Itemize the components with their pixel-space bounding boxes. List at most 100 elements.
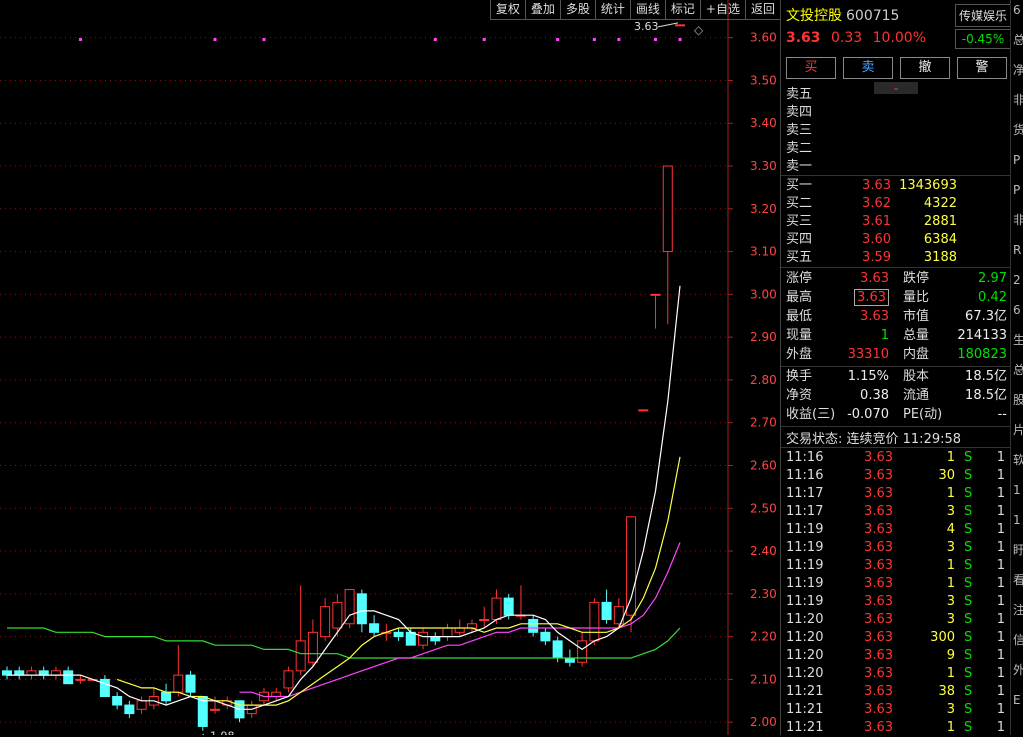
candle-body — [369, 623, 380, 633]
toolbar-button-7[interactable]: 返回 — [744, 0, 780, 20]
toolbar-button-2[interactable]: 多股 — [559, 0, 595, 20]
buy-button[interactable]: 买 — [786, 57, 836, 79]
tick-time: 11:21 — [786, 684, 824, 699]
kline-chart[interactable]: 3.60 3.50 3.40 3.30 3.20 3.10 3.00 2.90 2.80 2.70… — [0, 0, 780, 735]
tick-row: 11:20 3.63 3 S 1 — [781, 611, 1011, 629]
candle-body — [75, 678, 86, 681]
tick-price: 3.63 — [864, 720, 893, 735]
candle-body — [295, 640, 306, 672]
stat-value: 0.38 — [821, 386, 889, 405]
event-marker — [262, 38, 266, 41]
toolbar-button-0[interactable]: 复权 — [489, 0, 525, 20]
tick-volume: 1 — [946, 558, 955, 573]
tick-row: 11:19 3.63 3 S 1 — [781, 539, 1011, 557]
event-marker — [556, 38, 560, 41]
stat-value: 3.63 — [821, 288, 889, 307]
toolbar-button-3[interactable]: 统计 — [594, 0, 630, 20]
tick-row: 11:20 3.63 300 S 1 — [781, 629, 1011, 647]
candle-body — [38, 670, 49, 676]
stat-value: 3.63 — [821, 269, 889, 288]
bids-price: 3.60 — [862, 232, 891, 247]
last-price: 3.63 — [786, 30, 821, 46]
tick-volume: 1 — [946, 576, 955, 591]
stock-name: 文投控股 600715 — [786, 5, 899, 25]
y-tick-label: 3.40 — [750, 116, 777, 130]
toolbar-button-1[interactable]: 叠加 — [524, 0, 560, 20]
stat-value-text: 3.63 — [860, 309, 889, 324]
tick-side: S — [964, 540, 973, 555]
candle-body — [564, 657, 575, 663]
bid-book: 买一 3.63 1343693 买二 3.62 4322 买三 3.61 2881 买四 3.60 6… — [781, 177, 1011, 267]
tick-side: S — [964, 612, 973, 627]
tick-side: S — [964, 594, 973, 609]
event-marker — [433, 38, 437, 41]
stat-value-text: -0.070 — [847, 407, 889, 422]
strip-label: 外 — [1013, 664, 1023, 676]
stat-value: 33310 — [821, 345, 889, 364]
stat-label: 净资 — [786, 388, 813, 403]
candle-body — [356, 593, 367, 625]
strip-label: R — [1013, 243, 1022, 257]
stat-label: 股本 — [903, 369, 930, 384]
asks-row: 卖三 — [781, 122, 1011, 140]
event-marker — [678, 38, 682, 41]
tick-side: S — [964, 450, 973, 465]
toolbar-button-6[interactable]: +自选 — [699, 0, 745, 20]
tick-count: 1 — [996, 630, 1005, 645]
candle-body — [503, 597, 514, 616]
tick-side: S — [964, 576, 973, 591]
tick-time: 11:19 — [786, 540, 824, 555]
side-strip: 6总净非货PP非R26生总股片软11盱看注信外E — [1010, 0, 1023, 735]
tick-price: 3.63 — [864, 558, 893, 573]
sector-button[interactable]: 传媒娱乐 — [955, 4, 1011, 27]
ma10-line — [116, 456, 681, 706]
stats1-row: 涨停 3.63 跌停 2.97 — [781, 269, 1011, 288]
toolbar-button-4[interactable]: 画线 — [629, 0, 665, 20]
tick-volume: 1 — [946, 486, 955, 501]
candle-body — [50, 670, 61, 676]
alert-button[interactable]: 警 — [957, 57, 1007, 79]
sector-change: -0.45% — [955, 29, 1011, 49]
tick-side: S — [964, 702, 973, 717]
tick-count: 1 — [996, 594, 1005, 609]
candle-body — [662, 165, 673, 253]
stat-label: 流通 — [903, 388, 930, 403]
event-marker — [592, 38, 596, 41]
tick-volume: 1 — [946, 666, 955, 681]
candle-body — [283, 670, 294, 689]
tick-side: S — [964, 522, 973, 537]
stat-value: 18.5亿 — [965, 388, 1007, 403]
y-tick-label: 2.70 — [750, 416, 777, 430]
candle-body — [528, 618, 539, 633]
candle-body — [650, 293, 661, 296]
y-tick-label: 2.80 — [750, 373, 777, 387]
tick-price: 3.63 — [864, 540, 893, 555]
tick-price: 3.63 — [864, 648, 893, 663]
strip-label: 盱 — [1013, 544, 1023, 556]
asks-label: 卖一 — [786, 159, 813, 174]
tick-row: 11:17 3.63 1 S 1 — [781, 485, 1011, 503]
stats2-row: 收益(三) -0.070 PE(动) -- — [781, 405, 1011, 424]
stat-value: 18.5亿 — [965, 369, 1007, 384]
candle-body — [442, 627, 453, 638]
y-tick-label: 3.30 — [750, 159, 777, 173]
sell-button[interactable]: 卖 — [843, 57, 893, 79]
kline-svg[interactable]: 3.60 3.50 3.40 3.30 3.20 3.10 3.00 2.90 2.80 2.70… — [0, 0, 780, 735]
asks-row: 卖五 — [781, 86, 1011, 104]
tick-count: 1 — [996, 612, 1005, 627]
y-tick-label: 3.60 — [750, 31, 777, 45]
tick-volume: 30 — [938, 468, 955, 483]
tick-list[interactable]: 11:16 3.63 1 S 1 11:16 3.63 30 S 1 11:17 3.63 1 S 1 11:… — [781, 449, 1011, 737]
candle-body — [185, 674, 196, 693]
candle-body — [626, 516, 637, 616]
stats1-row: 最低 3.63 市值 67.3亿 — [781, 307, 1011, 326]
stats1-row: 最高 3.63 量比 0.42 — [781, 288, 1011, 307]
tick-row: 11:21 3.63 3 S 1 — [781, 701, 1011, 719]
toolbar-button-5[interactable]: 标记 — [664, 0, 700, 20]
diamond-icon[interactable]: ◇ — [694, 23, 704, 37]
tick-row: 11:21 3.63 38 S 1 — [781, 683, 1011, 701]
strip-label: 软 — [1013, 454, 1023, 466]
candle-body — [2, 670, 12, 676]
tick-volume: 4 — [946, 522, 955, 537]
cancel-button[interactable]: 撤 — [900, 57, 950, 79]
